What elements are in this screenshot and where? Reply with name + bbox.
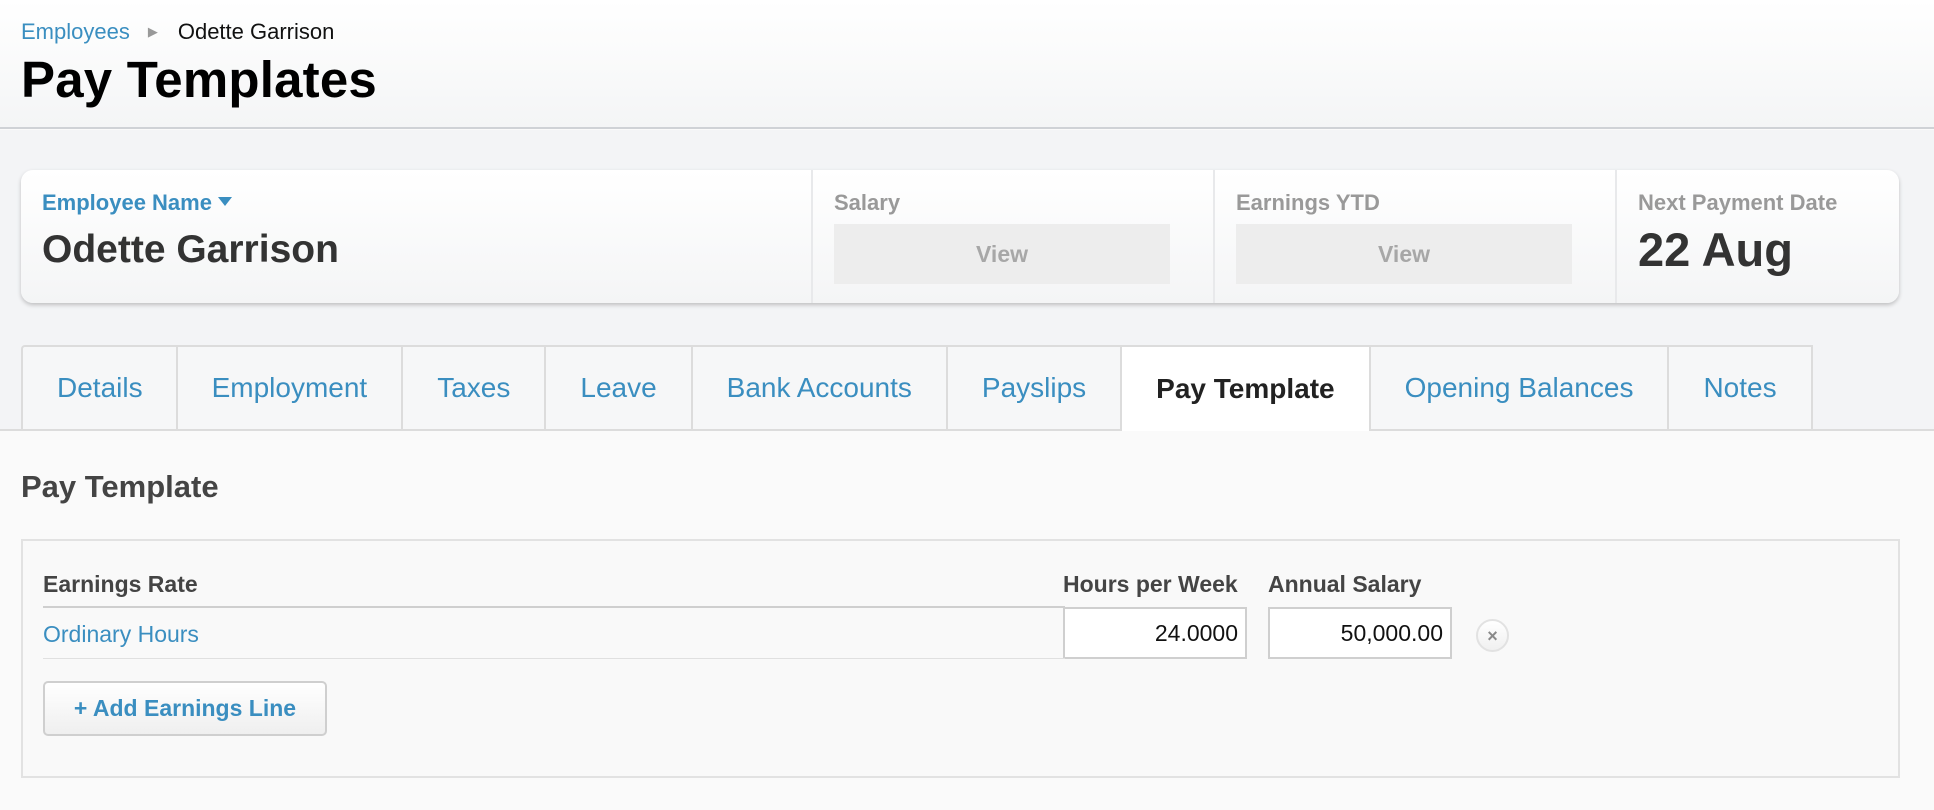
close-icon: × (1487, 625, 1498, 646)
column-header-earnings-rate: Earnings Rate (43, 571, 198, 597)
column-header-annual-salary: Annual Salary (1268, 571, 1422, 597)
earnings-rate-link[interactable]: Ordinary Hours (43, 621, 199, 648)
tab-employment[interactable]: Employment (177, 345, 404, 429)
breadcrumb: Employees ▶ Odette Garrison (21, 18, 1912, 46)
page-title: Pay Templates (21, 51, 377, 108)
employee-summary-card: Employee Name Odette Garrison Salary Vie… (21, 170, 1899, 303)
tab-notes[interactable]: Notes (1669, 345, 1813, 429)
view-earnings-ytd-button[interactable]: View (1236, 224, 1572, 284)
salary-cell: Salary View (813, 170, 1215, 303)
annual-salary-input[interactable] (1268, 607, 1452, 659)
tab-details[interactable]: Details (21, 345, 178, 429)
hours-per-week-input[interactable] (1063, 607, 1247, 659)
earnings-table: Earnings Rate Hours per Week Annual Sala… (21, 539, 1900, 778)
page-header: Employees ▶ Odette Garrison Pay Template… (0, 0, 1934, 129)
add-earnings-line-button[interactable]: + Add Earnings Line (43, 681, 327, 736)
caret-down-icon (217, 196, 232, 206)
salary-label: Salary (834, 190, 901, 215)
header-divider (43, 606, 1065, 608)
tab-pay-template[interactable]: Pay Template (1122, 345, 1371, 431)
next-payment-value: 22 Aug (1638, 223, 1793, 276)
employee-tabs: Details Employment Taxes Leave Bank Acco… (21, 345, 1813, 431)
breadcrumb-current: Odette Garrison (177, 19, 335, 44)
pay-template-content: Pay Template Earnings Rate Hours per Wee… (0, 431, 1934, 810)
employee-name-label: Employee Name (42, 190, 212, 215)
tab-taxes[interactable]: Taxes (403, 345, 547, 429)
earnings-ytd-cell: Earnings YTD View (1215, 170, 1617, 303)
remove-line-button[interactable]: × (1476, 619, 1509, 652)
next-payment-cell: Next Payment Date 22 Aug (1617, 170, 1899, 303)
column-header-hours-per-week: Hours per Week (1063, 571, 1238, 597)
breadcrumb-employees-link[interactable]: Employees (21, 19, 130, 45)
earnings-ytd-label: Earnings YTD (1236, 190, 1380, 215)
row-divider (43, 658, 1065, 659)
employee-name-dropdown[interactable]: Employee Name (42, 190, 232, 216)
view-salary-button[interactable]: View (834, 224, 1170, 284)
section-title: Pay Template (21, 469, 219, 504)
employee-name-value: Odette Garrison (42, 228, 339, 271)
employee-name-cell: Employee Name Odette Garrison (21, 170, 813, 303)
next-payment-label: Next Payment Date (1638, 190, 1838, 215)
tab-leave[interactable]: Leave (546, 345, 693, 429)
tab-opening-balances[interactable]: Opening Balances (1370, 345, 1670, 429)
chevron-right-icon: ▶ (147, 24, 158, 39)
tab-payslips[interactable]: Payslips (947, 345, 1123, 429)
tab-bank-accounts[interactable]: Bank Accounts (692, 345, 948, 429)
